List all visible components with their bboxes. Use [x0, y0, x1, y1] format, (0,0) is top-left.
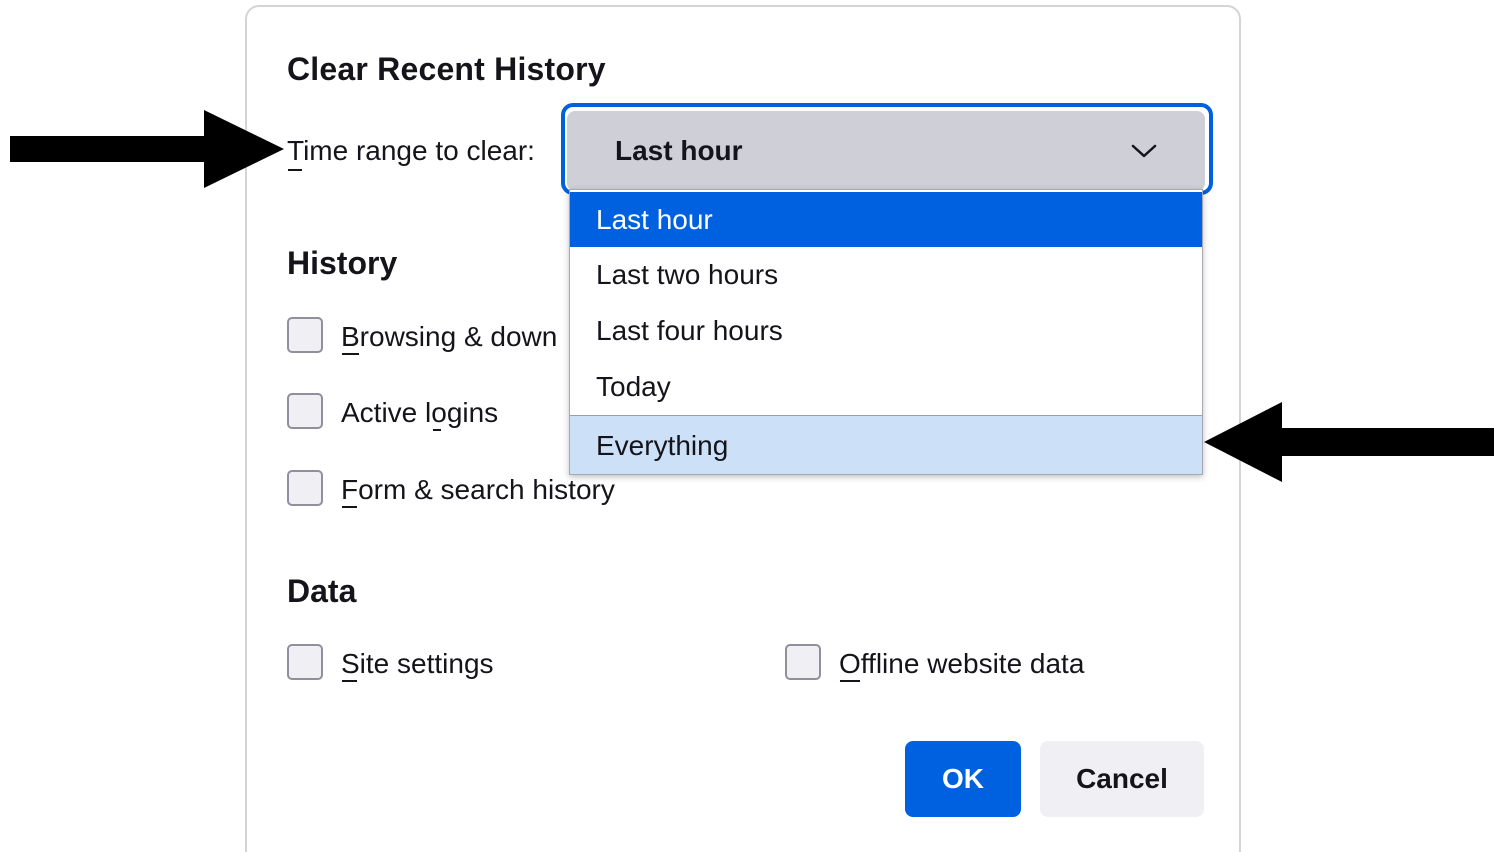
cancel-button[interactable]: Cancel	[1040, 741, 1204, 817]
screenshot-stage: Clear Recent History Time range to clear…	[0, 0, 1494, 852]
option-last-two-hours[interactable]: Last two hours	[570, 247, 1202, 303]
option-today[interactable]: Today	[570, 359, 1202, 415]
mnemonic-underline-browsing	[342, 353, 359, 355]
offline-website-data-checkbox[interactable]	[785, 644, 821, 680]
offline-website-data-label[interactable]: Offline website data	[839, 648, 1084, 680]
form-search-history-checkbox[interactable]	[287, 470, 323, 506]
active-logins-checkbox[interactable]	[287, 393, 323, 429]
site-settings-label[interactable]: Site settings	[341, 648, 494, 680]
time-range-select-value: Last hour	[615, 135, 743, 166]
arrow-icon	[10, 110, 284, 188]
option-last-four-hours[interactable]: Last four hours	[570, 303, 1202, 359]
dialog-title: Clear Recent History	[287, 51, 606, 87]
browsing-downloads-label[interactable]: Browsing & down	[341, 321, 557, 353]
mnemonic-underline-site	[342, 680, 357, 682]
mnemonic-underline-logins	[433, 429, 441, 431]
time-range-label: Time range to clear:	[287, 135, 535, 166]
site-settings-checkbox[interactable]	[287, 644, 323, 680]
option-everything[interactable]: Everything	[570, 415, 1202, 474]
time-range-dropdown-list: Last hour Last two hours Last four hours…	[569, 189, 1203, 475]
data-section-title: Data	[287, 573, 357, 609]
mnemonic-underline-offline	[840, 680, 860, 682]
mnemonic-underline-form	[342, 506, 357, 508]
time-range-select[interactable]: Last hour	[567, 111, 1205, 191]
ok-button[interactable]: OK	[905, 741, 1021, 817]
active-logins-label[interactable]: Active logins	[341, 397, 498, 429]
chevron-down-icon	[1131, 144, 1157, 158]
mnemonic-underline-time	[288, 169, 302, 171]
option-last-hour[interactable]: Last hour	[570, 192, 1202, 247]
arrow-icon	[1204, 402, 1494, 482]
browsing-downloads-checkbox[interactable]	[287, 317, 323, 353]
form-search-history-label[interactable]: Form & search history	[341, 474, 615, 506]
history-section-title: History	[287, 245, 398, 281]
